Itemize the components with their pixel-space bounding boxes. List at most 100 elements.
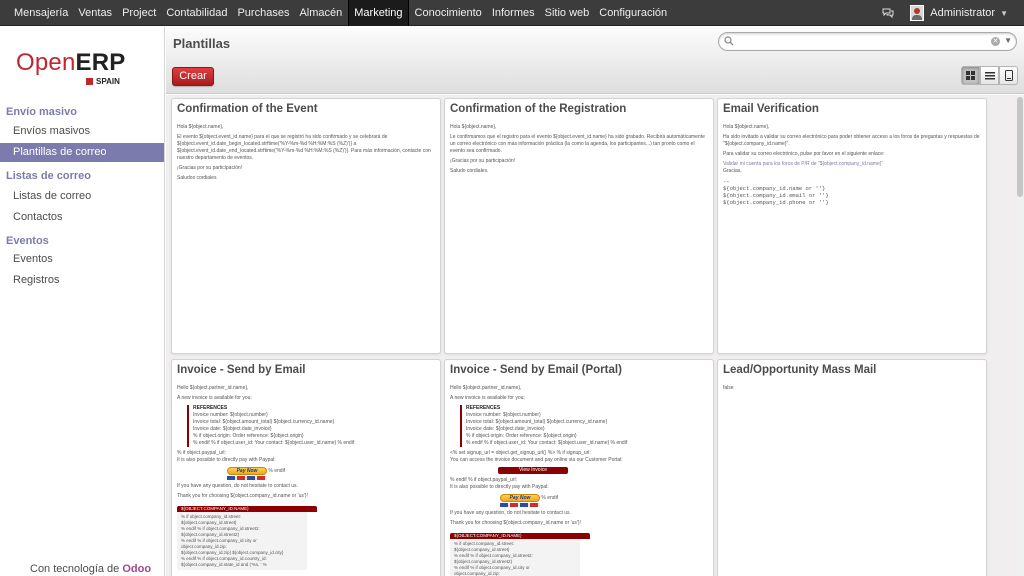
card-text: A new invoice is available for you: — [177, 395, 252, 401]
kanban-view-button[interactable] — [961, 66, 980, 85]
scrollbar-thumb[interactable] — [1017, 97, 1023, 197]
sidebar-item-listas-de-correo[interactable]: Listas de correo — [0, 187, 164, 206]
template-card[interactable]: Email Verification Hola ${object.name}, … — [717, 98, 987, 354]
menu-item-project[interactable]: Project — [118, 0, 160, 26]
search-options-chevron-icon[interactable]: ▼ — [1004, 36, 1012, 45]
reference-line: % if object.origin: Order reference: ${o… — [193, 433, 304, 439]
menu-item-sitio-web[interactable]: Sitio web — [541, 0, 594, 26]
card-title[interactable]: Email Verification — [723, 103, 819, 115]
top-navbar: Mensajería Ventas Project Contabilidad P… — [0, 0, 1024, 26]
card-text: Saludo cordiales. — [450, 168, 489, 174]
payment-cards-icon — [500, 503, 540, 507]
odoo-link[interactable]: Odoo — [122, 563, 151, 575]
view-invoice-button[interactable]: View Invoice — [498, 467, 568, 474]
sidebar-item-eventos[interactable]: Eventos — [0, 250, 164, 269]
card-title[interactable]: Lead/Opportunity Mass Mail — [723, 364, 876, 376]
company-line: ${object.company_id.state_id and ('%s, '… — [181, 562, 267, 567]
company-address: % if object.company_id.street: ${object.… — [177, 512, 307, 570]
template-card[interactable]: Invoice - Send by Email (Portal) Hello $… — [444, 359, 714, 576]
reference-line: Invoice number: ${object.number} — [466, 412, 541, 418]
card-text: ¡Gracias por su participación! — [450, 158, 516, 164]
template-card[interactable]: Confirmation of the Event Hola ${object.… — [171, 98, 441, 354]
menu-item-informes[interactable]: Informes — [488, 0, 539, 26]
card-text: Thank you for choosing ${object.company_… — [177, 493, 308, 499]
sidebar-item-contactos[interactable]: Contactos — [0, 208, 164, 227]
powered-by-text: Con tecnología de — [30, 563, 120, 575]
paypal-pay-now-button[interactable]: Pay Now — [227, 467, 267, 475]
menu-item-marketing[interactable]: Marketing — [348, 0, 409, 26]
card-title[interactable]: Confirmation of the Registration — [450, 103, 626, 115]
menu-item-ventas[interactable]: Ventas — [74, 0, 116, 26]
sidebar: OpenERP SPAIN Envío masivo Envíos masivo… — [0, 27, 165, 576]
card-text: Gracias, — [723, 168, 742, 174]
search-icon — [724, 36, 734, 46]
card-title[interactable]: Invoice - Send by Email — [177, 364, 305, 376]
sidebar-item-envios-masivos[interactable]: Envíos masivos — [0, 122, 164, 141]
card-text: % if object.paypal_url: — [177, 450, 226, 456]
page-title: Plantillas — [173, 36, 231, 51]
menu-item-almacen[interactable]: Almacén — [295, 0, 346, 26]
company-address: % if object.company_id.street: ${object.… — [450, 539, 580, 576]
card-text: false — [723, 385, 734, 391]
card-body: false — [723, 385, 981, 395]
list-view-button[interactable] — [980, 66, 999, 85]
card-text: El evento ${object.event_id.name} para e… — [177, 134, 431, 161]
reference-line: Invoice date: ${object.date_invoice} — [466, 426, 545, 432]
company-logo[interactable]: OpenERP SPAIN — [16, 49, 136, 91]
card-body: Hola ${object.name}, Le confirmamos que … — [450, 124, 708, 178]
references-block: REFERENCES Invoice number: ${object.numb… — [187, 405, 435, 447]
card-text: Le confirmamos que el registro para el e… — [450, 134, 705, 154]
chevron-down-icon[interactable]: ▼ — [1000, 9, 1008, 18]
card-title[interactable]: Confirmation of the Event — [177, 103, 318, 115]
scrollbar[interactable] — [1016, 95, 1024, 576]
create-button[interactable]: Crear — [172, 67, 214, 86]
paypal-pay-now-button[interactable]: Pay Now — [500, 494, 540, 502]
card-text: Hello ${object.partner_id.name}, — [177, 385, 249, 391]
user-menu[interactable]: Administrator — [930, 7, 995, 19]
references-block: REFERENCES Invoice number: ${object.numb… — [460, 405, 708, 447]
card-text: Para validar su correo electrónico, puls… — [723, 151, 885, 157]
paypal-block: Pay Now % endif — [500, 494, 708, 507]
card-body: Hola ${object.name}, El evento ${object.… — [177, 124, 435, 185]
card-text: -- — [723, 178, 730, 185]
paypal-block: Pay Now % endif — [227, 467, 435, 480]
reference-line: % endif % if object.user_id: Your contac… — [193, 440, 355, 446]
kanban-icon — [966, 71, 975, 80]
payment-cards-icon — [227, 476, 267, 480]
menu-item-mensajeria[interactable]: Mensajería — [10, 0, 72, 26]
card-text: Thank you for choosing ${object.company_… — [450, 520, 581, 526]
reference-line: Invoice total: ${object.amount_total} ${… — [193, 419, 335, 425]
card-text: It is also possible to directly pay with… — [177, 457, 276, 463]
menu-item-conocimiento[interactable]: Conocimiento — [411, 0, 486, 26]
form-view-button[interactable] — [999, 66, 1018, 85]
search-box[interactable]: ✕ ▼ — [718, 32, 1017, 51]
card-text: Hello ${object.partner_id.name}, — [450, 385, 522, 391]
sidebar-item-plantillas-de-correo[interactable]: Plantillas de correo — [0, 143, 164, 162]
card-text: If you have any question, do not hesitat… — [177, 483, 298, 489]
reference-line: Invoice date: ${object.date_invoice} — [193, 426, 272, 432]
logo-text-erp: ERP — [75, 49, 126, 76]
card-text: <% set signup_url = object.get_signup_ur… — [450, 450, 591, 456]
template-card[interactable]: Lead/Opportunity Mass Mail false — [717, 359, 987, 576]
menu-item-contabilidad[interactable]: Contabilidad — [162, 0, 231, 26]
powered-by: Con tecnología de Odoo — [30, 563, 151, 575]
avatar[interactable] — [910, 5, 925, 21]
card-text: Hola ${object.name}, — [177, 124, 224, 130]
validation-link[interactable]: Validar mi cuenta para los foros de P/R … — [723, 161, 981, 168]
template-card[interactable]: Confirmation of the Registration Hola ${… — [444, 98, 714, 354]
menu-item-purchases[interactable]: Purchases — [233, 0, 293, 26]
card-text: Hola ${object.name}, — [450, 124, 497, 130]
card-title[interactable]: Invoice - Send by Email (Portal) — [450, 364, 622, 376]
card-body: Hello ${object.partner_id.name}, A new i… — [450, 385, 708, 576]
card-text: Ha sido invitado a validar su correo ele… — [723, 134, 980, 147]
sidebar-section-listas-de-correo: Listas de correo — [6, 170, 91, 182]
references-title: REFERENCES — [466, 405, 501, 411]
main-menu: Mensajería Ventas Project Contabilidad P… — [10, 0, 673, 26]
clear-search-icon[interactable]: ✕ — [991, 37, 1000, 46]
template-card[interactable]: Invoice - Send by Email Hello ${object.p… — [171, 359, 441, 576]
sidebar-item-registros[interactable]: Registros — [0, 271, 164, 290]
menu-item-configuracion[interactable]: Configuración — [595, 0, 671, 26]
card-text: % endif % if object.paypal_url: — [450, 477, 517, 483]
search-input[interactable] — [737, 35, 987, 48]
chat-icon[interactable] — [882, 8, 894, 18]
